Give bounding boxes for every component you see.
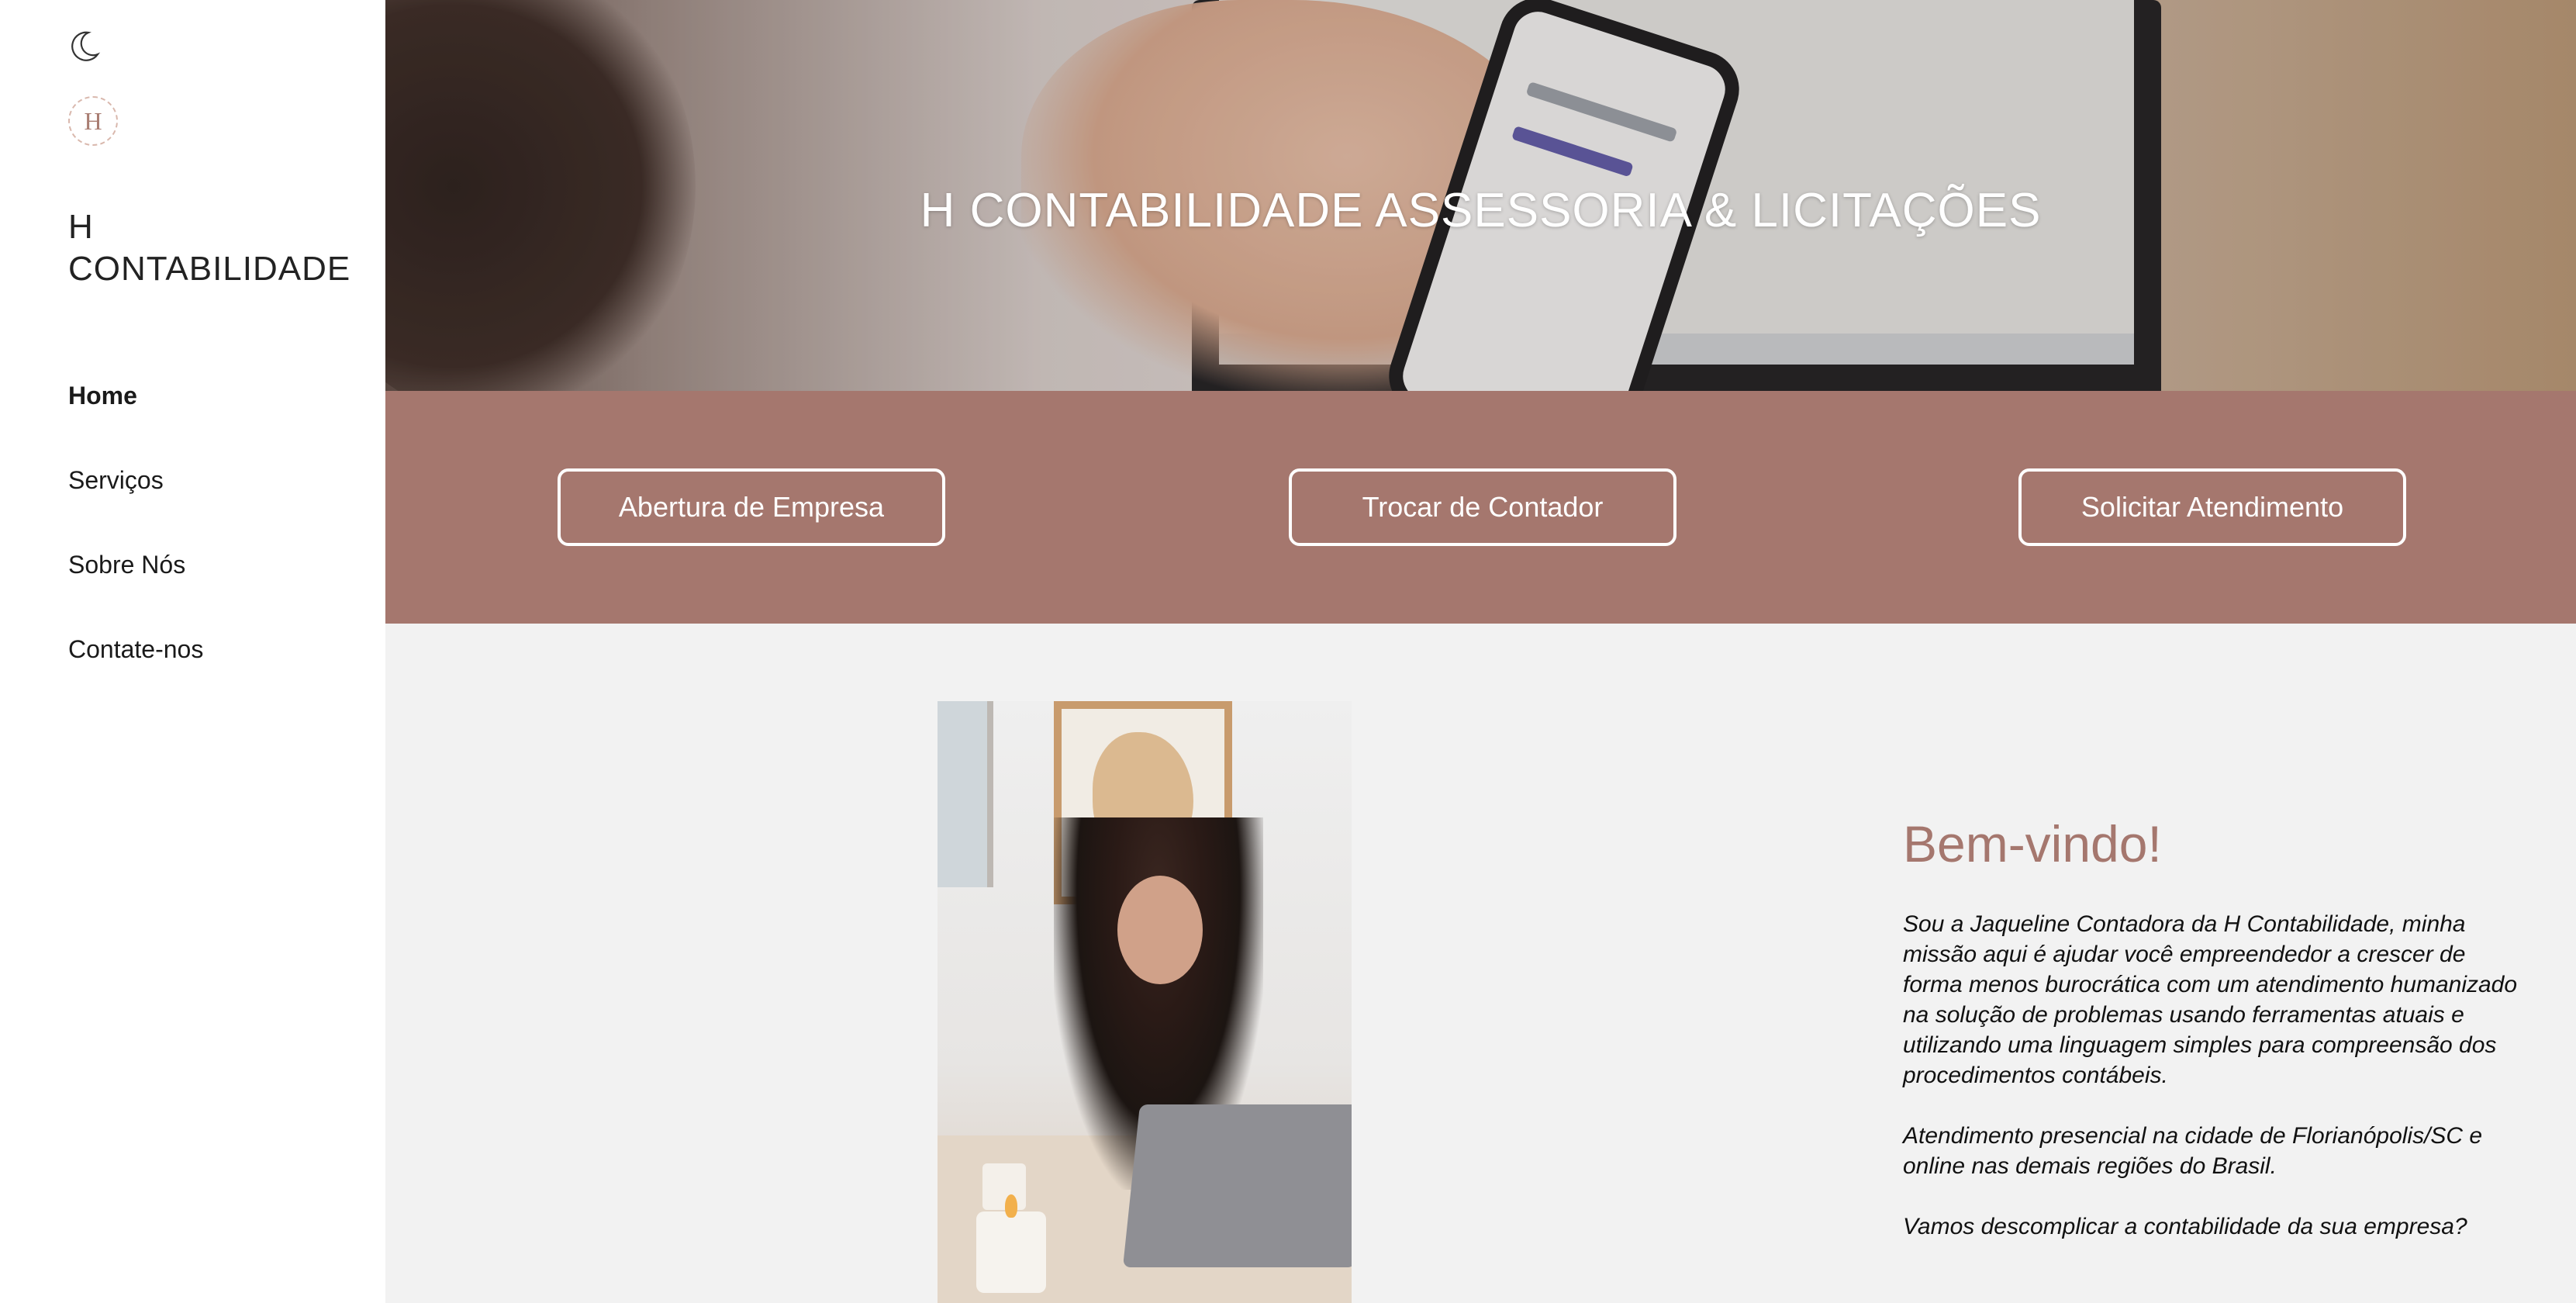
abertura-de-empresa-button[interactable]: Abertura de Empresa bbox=[558, 468, 945, 546]
solicitar-atendimento-button[interactable]: Solicitar Atendimento bbox=[2018, 468, 2406, 546]
nav-item-contate-nos[interactable]: Contate-nos bbox=[68, 631, 203, 668]
hero-title: H CONTABILIDADE ASSESSORIA & LICITAÇÕES bbox=[920, 184, 2042, 237]
about-paragraph: Sou a Jaqueline Contadora da H Contabili… bbox=[1903, 911, 2518, 1088]
photo-candle-flame bbox=[1005, 1194, 1017, 1218]
brand-name: H CONTABILIDADE bbox=[68, 208, 351, 288]
sidebar: H H CONTABILIDADE Home Serviços Sobre Nó… bbox=[0, 0, 385, 1303]
logo[interactable]: H bbox=[68, 96, 118, 146]
logo-letter: H bbox=[84, 106, 102, 135]
trocar-de-contador-button[interactable]: Trocar de Contador bbox=[1289, 468, 1676, 546]
photo-cup bbox=[982, 1163, 1026, 1210]
photo-face bbox=[1117, 876, 1203, 984]
nav-item-home[interactable]: Home bbox=[68, 377, 137, 414]
about-text: Sou a Jaqueline Contadora da H Contabili… bbox=[1903, 909, 2523, 1272]
photo-window bbox=[938, 701, 993, 887]
about-paragraph: Vamos descomplicar a contabilidade da su… bbox=[1903, 1214, 2467, 1239]
photo-laptop bbox=[1122, 1104, 1352, 1267]
moon-icon[interactable] bbox=[65, 28, 102, 65]
about-paragraph: Atendimento presencial na cidade de Flor… bbox=[1903, 1123, 2483, 1179]
profile-photo bbox=[938, 701, 1352, 1303]
action-band: Abertura de Empresa Trocar de Contador S… bbox=[385, 391, 2576, 624]
nav-item-servicos[interactable]: Serviços bbox=[68, 461, 164, 499]
main-nav: Home Serviços Sobre Nós Contate-nos bbox=[68, 377, 203, 715]
welcome-heading: Bem-vindo! bbox=[1903, 815, 2162, 873]
photo-candle bbox=[976, 1211, 1046, 1293]
hero-banner: H CONTABILIDADE ASSESSORIA & LICITAÇÕES bbox=[385, 0, 2576, 391]
nav-item-sobre-nos[interactable]: Sobre Nós bbox=[68, 546, 185, 583]
